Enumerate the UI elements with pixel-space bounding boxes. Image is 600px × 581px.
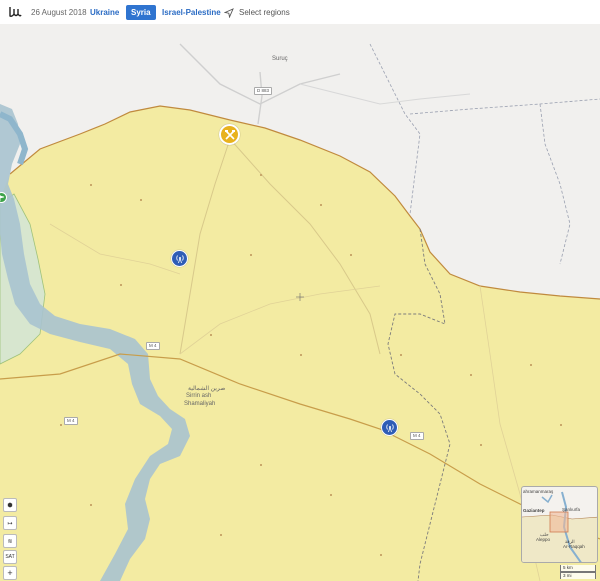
tab-syria[interactable]: Syria: [126, 5, 156, 20]
scale-bar-km: 5 km: [560, 565, 596, 572]
overview-minimap[interactable]: ahramanmaraş Gaziantep Şanlıurfa حلب Ale…: [521, 486, 598, 563]
minimap-label-aleppo: Aleppo: [536, 537, 551, 542]
event-marker-signal[interactable]: [381, 419, 398, 436]
minimap-label-raqqah: Ar-Raqqah: [563, 544, 585, 549]
road-shield-m4: M 4: [64, 417, 78, 425]
minimap-label-kahramanmaras: ahramanmaraş: [523, 489, 554, 494]
measure-tool-button[interactable]: ↦: [3, 516, 17, 530]
navigation-arrow-icon: [224, 7, 234, 18]
place-label-suruc: Suruç: [272, 56, 288, 62]
minimap-base: [522, 491, 597, 562]
road-shield-m4: M 4: [146, 342, 160, 350]
road-shield-m4: M 4: [410, 432, 424, 440]
crossed-hammers-icon: [224, 129, 235, 140]
map-canvas[interactable]: Suruç صرين الشمالية Sirrin ash Shamaliya…: [0, 24, 600, 581]
tab-ukraine[interactable]: Ukraine: [90, 5, 119, 20]
minimap-label-sanliurfa: Şanlıurfa: [562, 507, 581, 512]
place-label-sirrin-2: Shamaliyah: [184, 401, 216, 407]
minimap-viewport: [549, 511, 569, 533]
minimap-label-gaziantep: Gaziantep: [523, 508, 545, 513]
top-bar: 26 August 2018 Ukraine Syria Israel-Pale…: [0, 0, 600, 24]
zoom-in-button[interactable]: +: [3, 566, 17, 580]
event-marker-military[interactable]: [219, 124, 240, 145]
hexagon-tool-button[interactable]: ⬢: [3, 498, 17, 512]
liveuamap-logo-icon[interactable]: [8, 5, 22, 19]
place-label-sirrin: Sirrin ash: [186, 393, 212, 399]
signal-tower-icon: [385, 423, 394, 432]
map-base: [0, 43, 600, 581]
admin-line-2: [409, 98, 600, 115]
date-label[interactable]: 26 August 2018: [31, 8, 87, 17]
admin-line-3: [539, 103, 571, 265]
layers-button[interactable]: ≋: [3, 534, 17, 548]
event-marker-signal[interactable]: [171, 250, 188, 267]
road-turkey-3: [299, 83, 471, 105]
select-regions-label: Select regions: [239, 8, 290, 17]
place-label-sirrin-arabic: صرين الشمالية: [188, 386, 226, 392]
road-turkey-2: [257, 71, 263, 125]
signal-tower-icon: [175, 254, 184, 263]
satellite-toggle-button[interactable]: SAT: [3, 550, 17, 564]
flag-icon: [0, 195, 4, 198]
tab-israel-palestine[interactable]: Israel-Palestine: [162, 5, 221, 20]
select-regions-button[interactable]: Select regions: [224, 5, 290, 20]
road-shield-d883: D 883: [254, 87, 273, 95]
scale-bar-mi: 3 mi: [560, 572, 596, 579]
